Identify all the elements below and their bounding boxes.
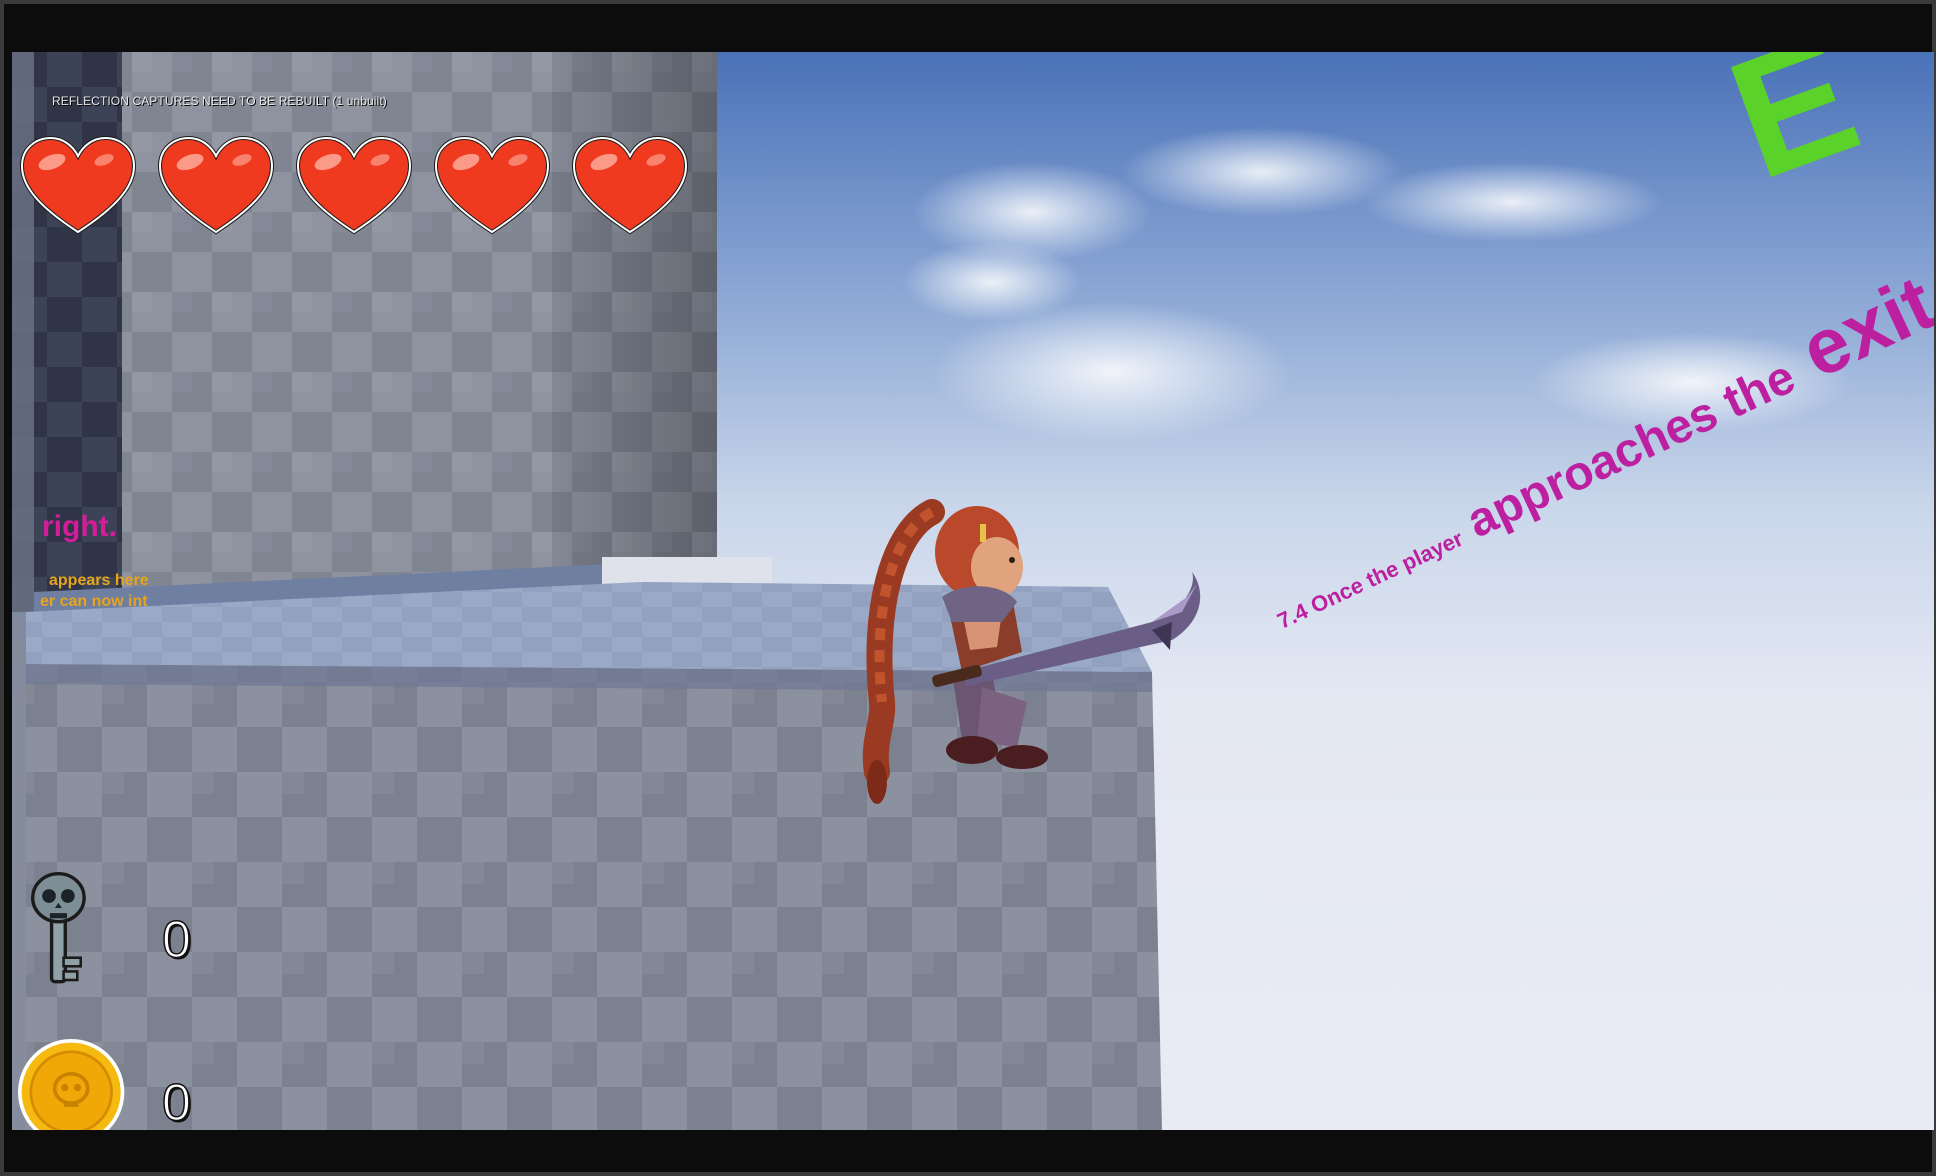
heart-icon <box>433 135 551 235</box>
wall-text-line-1: appears here <box>49 572 149 589</box>
wall-heading-text: right. <box>42 510 117 543</box>
coins-counter <box>18 1034 128 1130</box>
keys-counter <box>18 872 128 992</box>
game-window-frame: E 7.4 Once the player approaches the exi… <box>0 0 1936 1176</box>
player-character <box>862 499 1201 804</box>
skull-key-icon <box>31 872 86 984</box>
heart-icon <box>295 135 413 235</box>
heart-icon <box>157 135 275 235</box>
game-viewport[interactable]: E 7.4 Once the player approaches the exi… <box>12 52 1934 1130</box>
health-bar <box>18 134 690 238</box>
coins-count: 0 <box>161 1074 191 1130</box>
wall-text-line-2: er can now int <box>40 593 148 610</box>
heart-icon <box>19 135 137 235</box>
skull-coin-icon <box>18 1039 125 1130</box>
heart-icon <box>571 135 689 235</box>
debug-message: REFLECTION CAPTURES NEED TO BE REBUILT (… <box>52 94 387 108</box>
keys-count: 0 <box>161 911 191 969</box>
